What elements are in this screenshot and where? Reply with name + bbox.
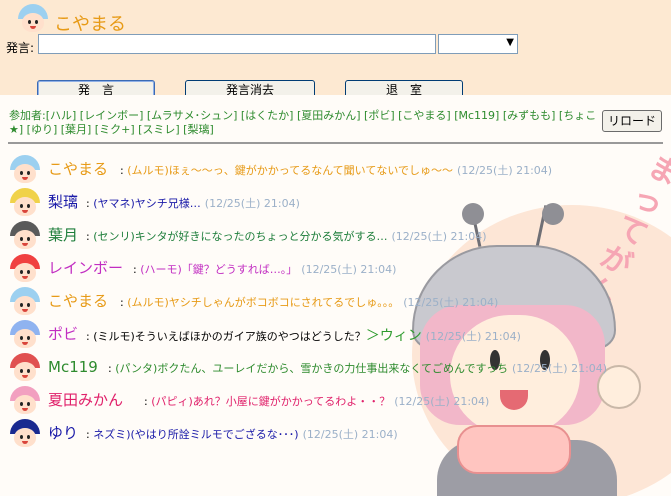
- message-body: : (ハーモ)「鍵？どうすれば…。」 (12/25(土) 21:04): [133, 262, 396, 278]
- message-timestamp: (12/25(土) 21:04): [512, 362, 608, 375]
- message-author: こやまる: [48, 160, 109, 178]
- avatar: [10, 386, 40, 416]
- avatar: [10, 320, 40, 350]
- mascot-illustration: [402, 203, 652, 496]
- avatar: [10, 254, 40, 284]
- message-timestamp: (12/25(土) 21:04): [425, 330, 521, 343]
- message-timestamp: (12/25(土) 21:04): [204, 197, 300, 210]
- message-text: (パンタ)ボクたん、ユーレイだから、雪かきの力仕事出来なくてごめんですっち: [115, 362, 509, 375]
- user-avatar: [18, 4, 48, 34]
- avatar: [10, 287, 40, 317]
- message-text: ネズミ)(やはり所詮ミルモでござるな･･･): [93, 428, 299, 441]
- message-author: 夏田みかん: [48, 391, 124, 409]
- message-text: (ムルモ)ヤシチしゃんがボコボコにされてるでしゅ。。。: [127, 296, 400, 309]
- message-body: : (ムルモ)ヤシチしゃんがボコボコにされてるでしゅ。。。 (12/25(土) 2…: [120, 295, 498, 311]
- message-author: レインボー: [48, 259, 124, 277]
- message-text: (パピィ)あれ？小屋に鍵がかかってるわよ・・？: [151, 395, 391, 408]
- chevron-down-icon: ▼: [506, 37, 514, 48]
- avatar: [10, 221, 40, 251]
- say-label: 発言:: [6, 41, 35, 55]
- chat-log[interactable]: まってがんばる 参加者:[ハル] [レインボー] [ムラサメ･シュン] [はくた…: [0, 95, 671, 496]
- participants-list: 参加者:[ハル] [レインボー] [ムラサメ･シュン] [はくたか] [夏田みか…: [9, 109, 597, 136]
- message-extra: ＞ウィン: [365, 328, 422, 344]
- message-body: : (ヤマネ)ヤシチ兄様… (12/25(土) 21:04): [86, 196, 300, 212]
- reload-button[interactable]: リロード: [602, 110, 662, 132]
- avatar: [10, 155, 40, 185]
- message-timestamp: (12/25(土) 21:04): [302, 428, 398, 441]
- message-author: こやまる: [48, 292, 109, 310]
- message-timestamp: (12/25(土) 21:04): [457, 164, 553, 177]
- message-author: 梨璃: [48, 193, 79, 211]
- message-body: : (パピィ)あれ？小屋に鍵がかかってるわよ・・？ (12/25(土) 21:04…: [144, 394, 489, 410]
- message-author: Mc119: [48, 358, 98, 376]
- message-text: (ヤマネ)ヤシチ兄様…: [93, 197, 201, 210]
- avatar: [10, 353, 40, 383]
- message-body: : (パンタ)ボクたん、ユーレイだから、雪かきの力仕事出来なくてごめんですっち(…: [108, 361, 607, 377]
- input-panel: こやまる 発言: ▼ 発 言 発言消去 退 室: [0, 0, 671, 100]
- message-text: (センリ)キンタが好きになったのちょっと分かる気がする…: [93, 230, 388, 243]
- message-timestamp: (12/25(土) 21:04): [391, 230, 487, 243]
- divider: [8, 142, 663, 144]
- message-body: : (ムルモ)ほぇ〜〜っ、鍵がかかってるなんて聞いてないでしゅ〜〜 (12/25(…: [120, 163, 552, 179]
- message-timestamp: (12/25(土) 21:04): [403, 296, 499, 309]
- message-author: ポビ: [48, 325, 79, 343]
- message-input[interactable]: [38, 34, 436, 54]
- current-username: こやまる: [54, 14, 126, 35]
- message-body: : ネズミ)(やはり所詮ミルモでござるな･･･) (12/25(土) 21:04): [86, 427, 398, 443]
- message-timestamp: (12/25(土) 21:04): [394, 395, 490, 408]
- message-author: ゆり: [48, 424, 79, 442]
- message-body: : (センリ)キンタが好きになったのちょっと分かる気がする… (12/25(土) …: [86, 229, 487, 245]
- message-body: : (ミルモ)そういえばほかのガイア族のやつはどうした？＞ウィン (12/25(土…: [86, 328, 521, 345]
- color-select[interactable]: ▼: [438, 34, 518, 54]
- message-author: 葉月: [48, 226, 79, 244]
- message-text: (ミルモ)そういえばほかのガイア族のやつはどうした？: [93, 330, 366, 343]
- avatar: [10, 188, 40, 218]
- avatar: [10, 419, 40, 449]
- message-text: (ムルモ)ほぇ〜〜っ、鍵がかかってるなんて聞いてないでしゅ〜〜: [127, 164, 454, 177]
- message-text: (ハーモ)「鍵？どうすれば…。」: [140, 263, 298, 276]
- message-timestamp: (12/25(土) 21:04): [301, 263, 397, 276]
